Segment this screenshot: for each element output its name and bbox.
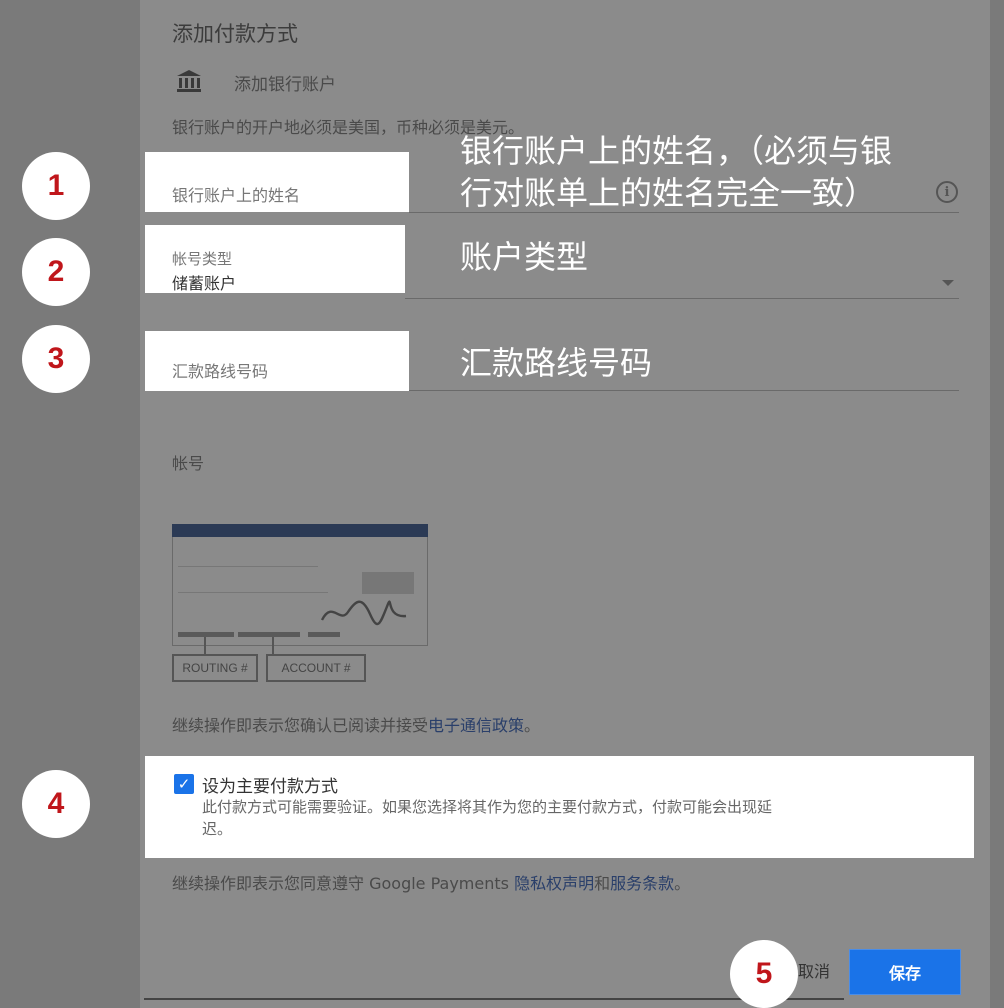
account-holder-input[interactable]: 银行账户上的姓名	[172, 182, 300, 206]
annotation-routing-number: 汇款路线号码	[460, 344, 653, 382]
consent-text-2: 继续操作即表示您同意遵守 Google Payments 隐私权声明和服务条款。	[172, 870, 690, 894]
check-line	[178, 566, 318, 567]
dialog-title: 添加付款方式	[172, 22, 298, 46]
account-type-label: 帐号类型	[172, 250, 233, 268]
add-bank-account-label[interactable]: 添加银行账户	[234, 70, 336, 95]
connector-line	[272, 637, 274, 655]
primary-payment-checkbox[interactable]: ✓	[174, 774, 194, 794]
account-mark-line	[238, 632, 300, 637]
field-underline	[409, 390, 959, 391]
consent-2-prefix: 继续操作即表示您同意遵守 Google Payments	[172, 874, 515, 893]
step-badge-1: 1	[22, 152, 90, 220]
privacy-policy-link[interactable]: 隐私权声明	[514, 874, 594, 893]
check-header-bar	[172, 524, 428, 537]
step-badge-3: 3	[22, 325, 90, 393]
annotation-account-holder-line1: 银行账户上的姓名，（必须与银	[460, 132, 893, 170]
consent-text-1: 继续操作即表示您确认已阅读并接受电子通信政策。	[172, 712, 540, 736]
account-tag: ACCOUNT #	[266, 654, 366, 682]
bank-icon	[177, 70, 201, 92]
consent-1-prefix: 继续操作即表示您确认已阅读并接受	[172, 716, 429, 735]
field-underline	[405, 298, 959, 299]
account-type-select[interactable]: 储蓄账户	[172, 270, 236, 294]
routing-number-input[interactable]: 汇款路线号码	[172, 358, 268, 382]
terms-of-service-link[interactable]: 服务条款	[610, 874, 674, 893]
primary-option-description-1: 此付款方式可能需要验证。如果您选择将其作为您的主要付款方式，付款可能会出现延	[202, 798, 773, 816]
annotation-account-type: 账户类型	[460, 238, 589, 276]
consent-2-suffix: 。	[674, 874, 691, 893]
save-button[interactable]: 保存	[850, 950, 960, 994]
check-line	[178, 592, 328, 593]
routing-mark-line	[178, 632, 234, 637]
e-communications-policy-link[interactable]: 电子通信政策	[428, 716, 524, 735]
step-badge-4: 4	[22, 770, 90, 838]
account-number-label[interactable]: 帐号	[172, 450, 204, 474]
primary-option-description-2: 迟。	[202, 820, 233, 838]
step-badge-2: 2	[22, 238, 90, 306]
info-icon[interactable]: i	[936, 181, 958, 203]
check-number-mark-line	[308, 632, 340, 637]
primary-option-label[interactable]: 设为主要付款方式	[202, 772, 338, 797]
routing-tag: ROUTING #	[172, 654, 258, 682]
footer-divider	[144, 998, 844, 1000]
consent-2-middle: 和	[594, 874, 611, 893]
consent-1-suffix: 。	[524, 716, 541, 735]
step-badge-5: 5	[730, 940, 798, 1008]
signature-icon	[320, 600, 407, 626]
dropdown-arrow-icon[interactable]	[942, 280, 954, 286]
cancel-button[interactable]: 取消	[798, 958, 830, 982]
connector-line	[204, 637, 206, 655]
annotation-account-holder-line2: 行对账单上的姓名完全一致）	[460, 174, 877, 212]
